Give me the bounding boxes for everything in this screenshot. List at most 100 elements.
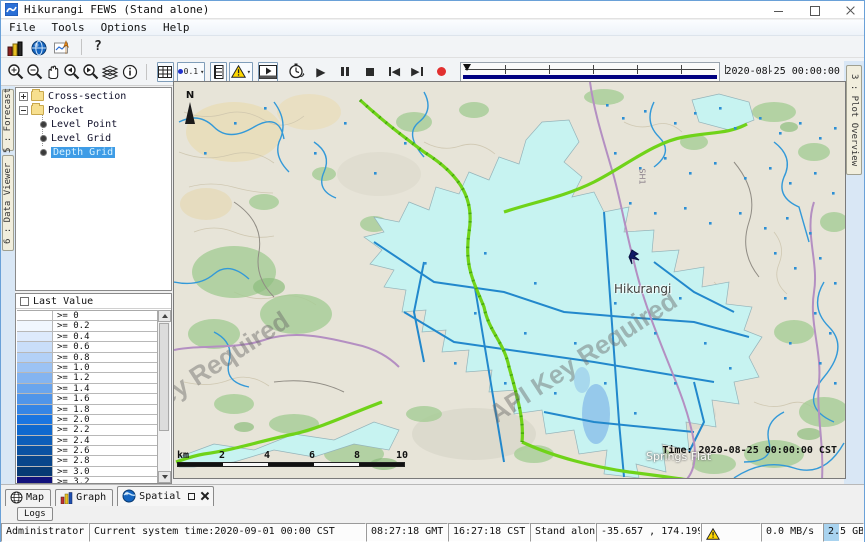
- help-icon[interactable]: ?: [90, 39, 106, 54]
- tab-map[interactable]: Map: [5, 489, 51, 506]
- animation-icon[interactable]: [258, 62, 278, 82]
- legend-row[interactable]: >= 0.4: [17, 332, 157, 342]
- timer-icon[interactable]: [288, 62, 305, 82]
- legend-rows: >= 0>= 0.2>= 0.4>= 0.6>= 0.8>= 1.0>= 1.2…: [17, 310, 157, 483]
- tab-data-viewer[interactable]: 6 : Data Viewer: [2, 155, 14, 251]
- scale-unit: km: [177, 450, 189, 461]
- legend-row[interactable]: >= 1.4: [17, 384, 157, 394]
- tree-node-label[interactable]: Cross-section: [48, 91, 126, 102]
- logs-button[interactable]: Logs: [17, 507, 53, 521]
- legend-row[interactable]: >= 2.4: [17, 436, 157, 446]
- north-indicator: N: [182, 90, 198, 124]
- status-memory: 2.5 GB: [823, 523, 864, 542]
- town-label: Hikurangi: [614, 282, 671, 296]
- toolbar-separator: [81, 39, 82, 55]
- legend-row[interactable]: >= 2.6: [17, 446, 157, 456]
- road-label: SH1: [638, 168, 647, 184]
- tab-map-label: Map: [26, 492, 44, 503]
- profile-ruler-icon[interactable]: [210, 62, 227, 82]
- legend-color-swatch: [17, 446, 53, 455]
- scroll-up-icon[interactable]: [158, 310, 171, 322]
- tree-node-pocket[interactable]: Pocket: [16, 104, 171, 116]
- bullet-icon: [40, 135, 47, 142]
- title-bar: Hikurangi FEWS (Stand alone): [1, 1, 864, 19]
- pan-hand-icon[interactable]: [45, 62, 61, 82]
- menu-tools[interactable]: Tools: [44, 20, 93, 36]
- zoom-previous-icon[interactable]: [63, 62, 80, 82]
- pause-icon[interactable]: [337, 62, 353, 82]
- record-icon[interactable]: [433, 62, 449, 82]
- tree-node-level-grid[interactable]: Level Grid: [16, 132, 171, 144]
- skip-start-icon[interactable]: ◀: [386, 62, 402, 82]
- tree-node-label[interactable]: Level Point: [51, 119, 117, 130]
- undock-icon[interactable]: [188, 493, 195, 500]
- legend-row[interactable]: >= 3.0: [17, 467, 157, 477]
- warning-dropdown[interactable]: ▾: [229, 62, 252, 82]
- legend-row[interactable]: >= 3.2: [17, 477, 157, 483]
- globe-icon[interactable]: [29, 38, 49, 56]
- play-icon[interactable]: ▶: [313, 62, 329, 82]
- tree-node-cross-section[interactable]: Cross-section: [16, 90, 171, 102]
- expand-plus-icon[interactable]: [19, 92, 28, 101]
- status-mode: Stand alone: [530, 523, 596, 542]
- legend-row-label: >= 2.0: [53, 415, 90, 424]
- maximize-button[interactable]: [810, 5, 820, 15]
- legend-row[interactable]: >= 1.2: [17, 373, 157, 383]
- tree-node-label-selected[interactable]: Depth Grid: [51, 147, 115, 158]
- legend-row[interactable]: >= 1.8: [17, 405, 157, 415]
- application-window: Hikurangi FEWS (Stand alone) File Tools …: [0, 0, 865, 542]
- legend-row[interactable]: >= 1.0: [17, 363, 157, 373]
- legend-color-swatch: [17, 477, 53, 483]
- legend-scrollbar[interactable]: [157, 310, 170, 483]
- tree-node-level-point[interactable]: Level Point: [16, 118, 171, 130]
- legend-row[interactable]: >= 1.6: [17, 394, 157, 404]
- legend-color-swatch: [17, 425, 53, 434]
- status-bar: Administrator Current system time:2020-0…: [1, 523, 864, 542]
- legend-row[interactable]: >= 0.2: [17, 321, 157, 331]
- menu-help[interactable]: Help: [155, 20, 198, 36]
- skip-end-icon[interactable]: ▶: [409, 62, 425, 82]
- zoom-next-icon[interactable]: [82, 62, 99, 82]
- tree-node-depth-grid[interactable]: Depth Grid: [16, 146, 171, 158]
- legend-row[interactable]: >= 0: [17, 311, 157, 321]
- chevron-down-icon: ▾: [247, 68, 251, 76]
- tab-graph[interactable]: Graph: [55, 489, 113, 506]
- legend-row[interactable]: >= 0.6: [17, 342, 157, 352]
- menu-options[interactable]: Options: [93, 20, 155, 36]
- grid-icon[interactable]: [157, 62, 174, 82]
- legend-row[interactable]: >= 2.0: [17, 415, 157, 425]
- tab-forecast[interactable]: 5 : Forecast: [2, 89, 14, 151]
- legend-row[interactable]: >= 2.2: [17, 425, 157, 435]
- legend-color-swatch: [17, 332, 53, 341]
- collapse-minus-icon[interactable]: [19, 106, 28, 115]
- close-button[interactable]: [846, 5, 856, 15]
- timeline-thumb[interactable]: [463, 64, 471, 71]
- tree-node-label[interactable]: Pocket: [48, 105, 84, 116]
- last-value-checkbox[interactable]: [20, 297, 29, 306]
- legend-color-swatch: [17, 436, 53, 445]
- threshold-dropdown[interactable]: 0.1 ▾: [177, 62, 206, 82]
- layers-icon[interactable]: [101, 62, 119, 82]
- scrollbar-thumb[interactable]: [159, 323, 169, 431]
- legend-row[interactable]: >= 0.8: [17, 353, 157, 363]
- close-tab-icon[interactable]: [201, 492, 209, 500]
- tab-plot-overview[interactable]: 3 : Plot Overview: [846, 65, 862, 175]
- chart-export-icon[interactable]: [53, 38, 73, 56]
- tree-node-label[interactable]: Level Grid: [51, 133, 111, 144]
- status-warning-cell[interactable]: [701, 523, 761, 542]
- legend-row-label: >= 1.0: [53, 363, 90, 372]
- tab-spatial[interactable]: Spatial: [117, 486, 214, 506]
- minimize-button[interactable]: [774, 5, 784, 15]
- main-toolbar: ?: [1, 36, 864, 58]
- database-bars-icon[interactable]: [5, 38, 25, 56]
- zoom-out-icon[interactable]: [26, 62, 43, 82]
- zoom-in-icon[interactable]: [7, 62, 24, 82]
- scroll-down-icon[interactable]: [158, 471, 171, 483]
- map-viewport[interactable]: N API Key Required API Key Required Hiku…: [173, 81, 846, 479]
- info-icon[interactable]: [121, 62, 137, 82]
- menu-file[interactable]: File: [1, 20, 44, 36]
- legend-panel: Last Value >= 0>= 0.2>= 0.4>= 0.6>= 0.8>…: [15, 293, 172, 484]
- timeline-slider[interactable]: [460, 62, 720, 82]
- legend-row[interactable]: >= 2.8: [17, 456, 157, 466]
- stop-icon[interactable]: [362, 62, 378, 82]
